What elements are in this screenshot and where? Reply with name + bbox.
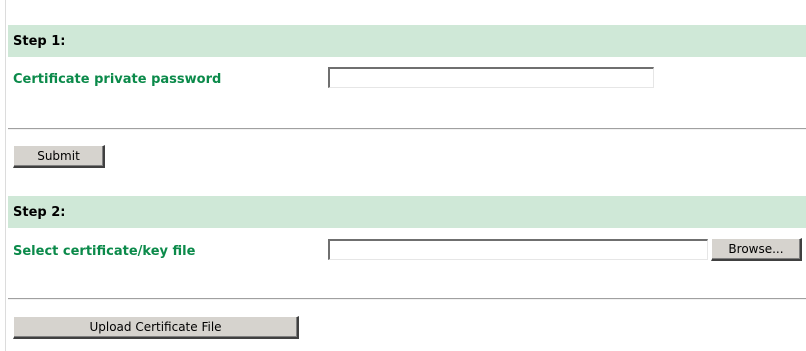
- step1-header-bar: [8, 25, 806, 57]
- browse-button[interactable]: Browse...: [711, 238, 802, 261]
- step1-divider: [8, 128, 806, 130]
- certificate-password-input[interactable]: [328, 67, 654, 88]
- step1-title: Step 1:: [13, 34, 66, 49]
- certificate-import-page: Step 1: Certificate private password Sub…: [0, 0, 806, 351]
- upload-certificate-button[interactable]: Upload Certificate File: [13, 316, 299, 339]
- certificate-password-label: Certificate private password: [13, 72, 222, 87]
- step2-title: Step 2:: [13, 205, 66, 220]
- certificate-file-label: Select certificate/key file: [13, 244, 196, 259]
- certificate-file-path-input[interactable]: [328, 239, 708, 260]
- submit-button[interactable]: Submit: [13, 145, 105, 168]
- left-edge-line: [5, 0, 6, 351]
- step2-divider: [8, 298, 806, 300]
- step2-header-bar: [8, 196, 806, 228]
